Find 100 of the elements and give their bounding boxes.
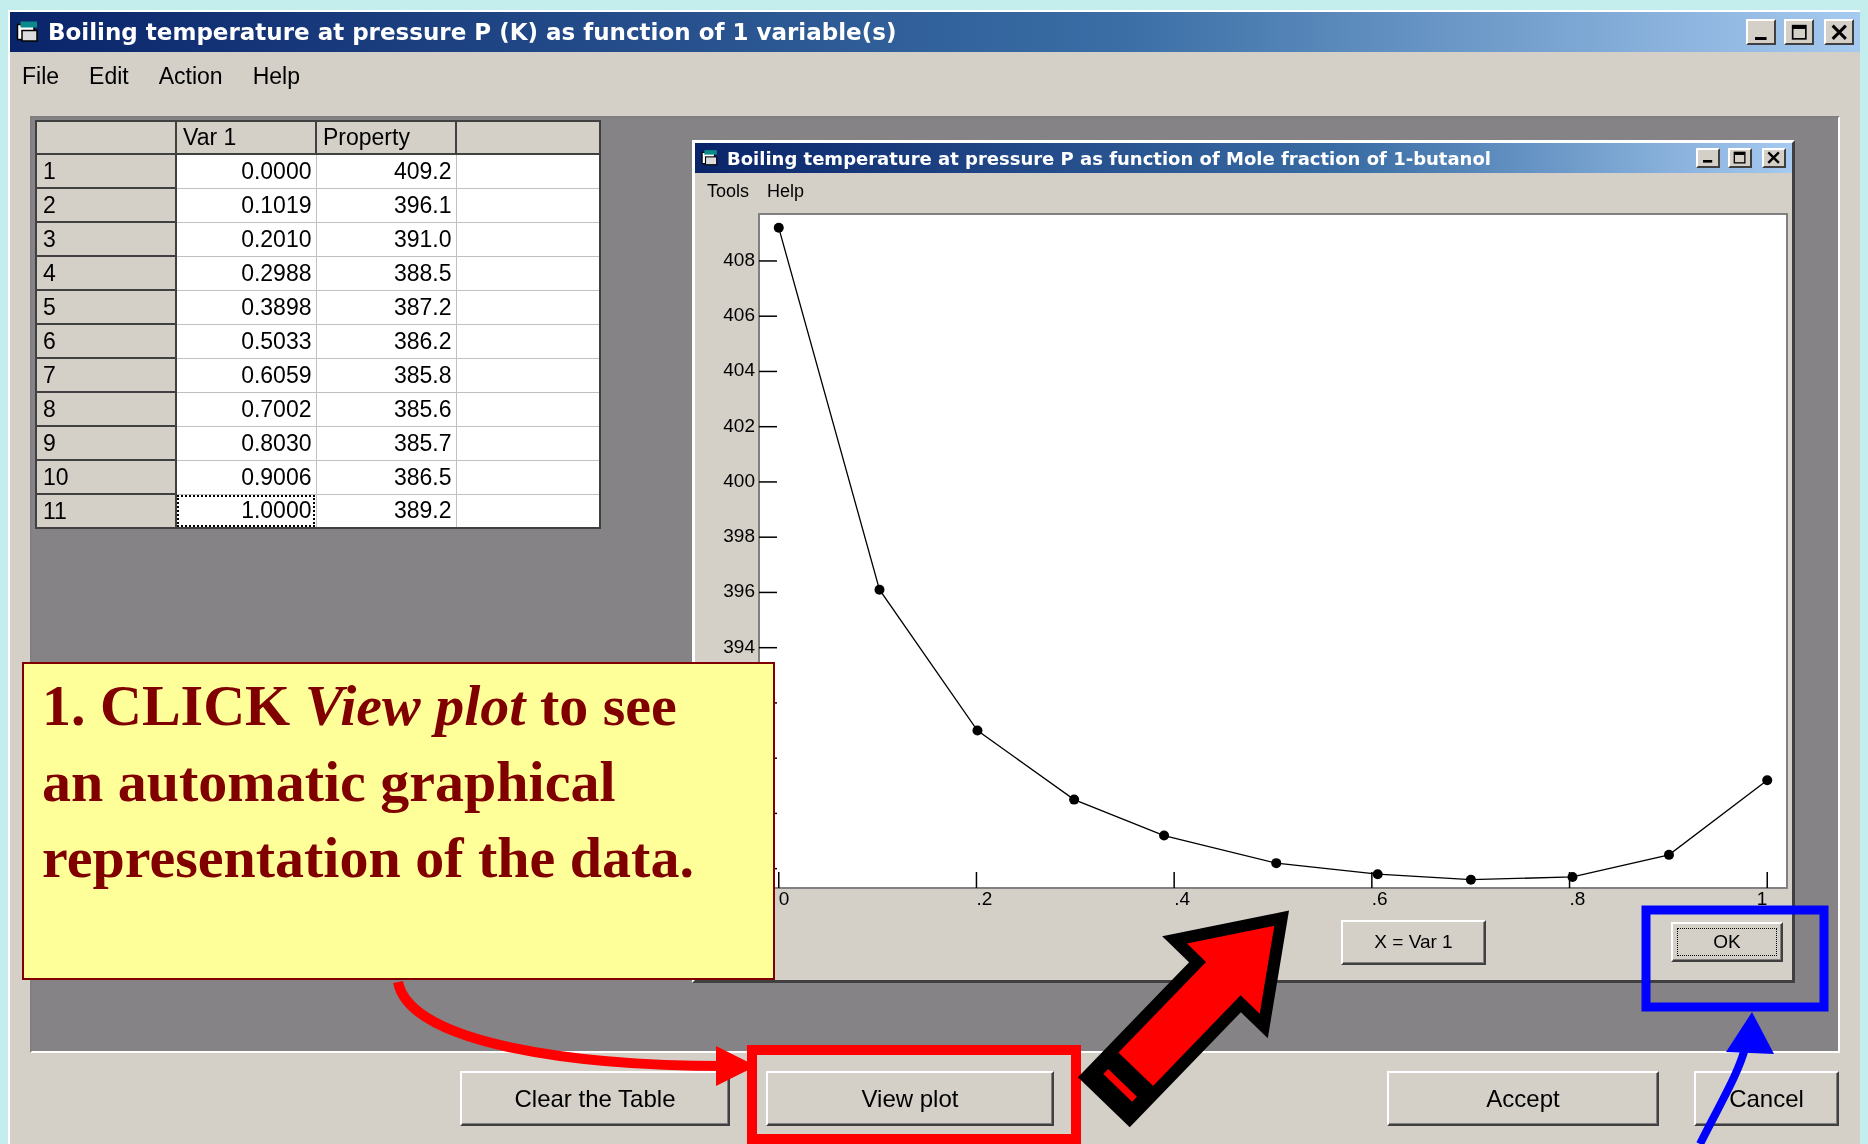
table-cell[interactable] xyxy=(456,460,600,494)
row-header[interactable]: 11 xyxy=(36,494,176,528)
table-cell[interactable]: 388.5 xyxy=(316,256,456,290)
table-cell[interactable]: 0.9006 xyxy=(176,460,316,494)
table-cell[interactable]: 389.2 xyxy=(316,494,456,528)
table-cell[interactable]: 386.2 xyxy=(316,324,456,358)
axis-label: 394 xyxy=(723,635,755,657)
dialog-button[interactable]: Clear the Table xyxy=(460,1071,730,1126)
axis-label: 0 xyxy=(778,888,790,909)
close-button[interactable] xyxy=(1824,19,1854,45)
maximize-icon xyxy=(1790,23,1808,41)
tick-mark xyxy=(758,646,778,649)
table-cell[interactable]: 0.0000 xyxy=(176,154,316,188)
tick-mark xyxy=(1173,871,1175,889)
row-header[interactable]: 10 xyxy=(36,460,176,494)
tick-mark xyxy=(758,315,778,317)
row-header[interactable]: 1 xyxy=(36,154,176,188)
data-point xyxy=(1271,858,1282,869)
tick-mark xyxy=(975,871,978,889)
axis-label: 404 xyxy=(723,359,755,381)
table-cell[interactable] xyxy=(456,494,600,528)
app-icon xyxy=(16,20,40,44)
row-header[interactable]: 3 xyxy=(36,222,176,256)
maximize-icon xyxy=(1733,151,1747,165)
table-cell[interactable]: 385.6 xyxy=(316,392,456,426)
instruction-text: 1. CLICK View plot to see an automatic graphical representation of the data. xyxy=(42,673,694,890)
table-cell[interactable]: 0.6059 xyxy=(176,358,316,392)
menu-item[interactable]: Edit xyxy=(87,62,131,90)
maximize-button[interactable] xyxy=(1784,19,1814,45)
dialog-button[interactable]: View plot xyxy=(766,1071,1054,1126)
tick-mark xyxy=(758,536,778,538)
dialog-button[interactable]: Accept xyxy=(1387,1071,1659,1126)
axis-label: 400 xyxy=(723,469,755,491)
row-header[interactable]: 6 xyxy=(36,324,176,358)
table-cell[interactable]: 0.2988 xyxy=(176,256,316,290)
axis-label: .2 xyxy=(976,888,993,909)
tick-mark xyxy=(758,481,778,483)
close-button[interactable] xyxy=(1762,148,1786,168)
app-icon xyxy=(701,149,719,167)
dialog-button[interactable]: Cancel xyxy=(1694,1071,1839,1126)
data-point xyxy=(972,725,983,736)
tick-mark xyxy=(758,260,778,262)
table-cell[interactable]: 0.5033 xyxy=(176,324,316,358)
data-point xyxy=(874,584,885,595)
menu-item[interactable]: Tools xyxy=(705,180,752,202)
table-cell[interactable]: 0.1019 xyxy=(176,188,316,222)
minimize-button[interactable] xyxy=(1746,19,1776,45)
table-cell[interactable]: 409.2 xyxy=(316,154,456,188)
data-point xyxy=(1664,849,1674,860)
row-header[interactable]: 8 xyxy=(36,392,176,426)
minimize-button[interactable] xyxy=(1696,148,1720,168)
column-header[interactable]: Var 1 xyxy=(176,121,316,154)
axis-label: 402 xyxy=(723,414,755,436)
row-header[interactable]: 4 xyxy=(36,256,176,290)
table-cell[interactable] xyxy=(456,392,600,426)
column-header[interactable]: Property xyxy=(316,121,456,154)
table-cell[interactable] xyxy=(456,188,600,222)
tick-mark xyxy=(1371,871,1373,889)
table-cell[interactable] xyxy=(456,290,600,324)
data-point xyxy=(1159,830,1170,841)
table-cell[interactable] xyxy=(456,256,600,290)
maximize-button[interactable] xyxy=(1728,148,1752,168)
table-cell[interactable]: 385.7 xyxy=(316,426,456,460)
close-icon xyxy=(1830,23,1848,41)
menu-item[interactable]: Action xyxy=(156,62,225,90)
table-cell[interactable]: 396.1 xyxy=(316,188,456,222)
row-header[interactable]: 5 xyxy=(36,290,176,324)
table-cell[interactable] xyxy=(456,426,600,460)
window-title: Boiling temperature at pressure P as function of Mole fraction of 1-butanol xyxy=(727,147,1492,169)
menu-item[interactable]: Help xyxy=(250,62,302,90)
axis-label: 396 xyxy=(723,580,755,602)
menu-item[interactable]: Help xyxy=(765,180,807,202)
table-cell[interactable]: 1.0000 xyxy=(176,494,316,528)
row-header[interactable]: 9 xyxy=(36,426,176,460)
tick-mark xyxy=(758,370,778,373)
data-point xyxy=(773,222,784,233)
table-cell[interactable]: 0.2010 xyxy=(176,222,316,256)
row-header[interactable]: 2 xyxy=(36,188,176,222)
ok-button[interactable]: OK xyxy=(1671,922,1783,962)
table-cell[interactable] xyxy=(456,154,600,188)
data-point xyxy=(1465,874,1476,885)
table-cell[interactable] xyxy=(456,324,600,358)
axis-label: 408 xyxy=(723,248,755,270)
table-cell[interactable]: 386.5 xyxy=(316,460,456,494)
table-cell[interactable]: 391.0 xyxy=(316,222,456,256)
table-cell[interactable] xyxy=(456,222,600,256)
table-cell[interactable]: 387.2 xyxy=(316,290,456,324)
tick-mark xyxy=(758,425,778,428)
tick-mark xyxy=(778,871,780,889)
table-cell[interactable]: 0.7002 xyxy=(176,392,316,426)
row-header[interactable]: 7 xyxy=(36,358,176,392)
table-cell[interactable]: 0.3898 xyxy=(176,290,316,324)
table-cell[interactable] xyxy=(456,358,600,392)
menu-item[interactable]: File xyxy=(20,62,62,90)
tick-mark xyxy=(1766,871,1768,889)
table-cell[interactable]: 0.8030 xyxy=(176,426,316,460)
minimize-icon xyxy=(1755,36,1767,40)
table-cell[interactable]: 385.8 xyxy=(316,358,456,392)
axis-button[interactable]: X = Var 1 xyxy=(1341,919,1486,965)
close-icon xyxy=(1767,151,1781,165)
